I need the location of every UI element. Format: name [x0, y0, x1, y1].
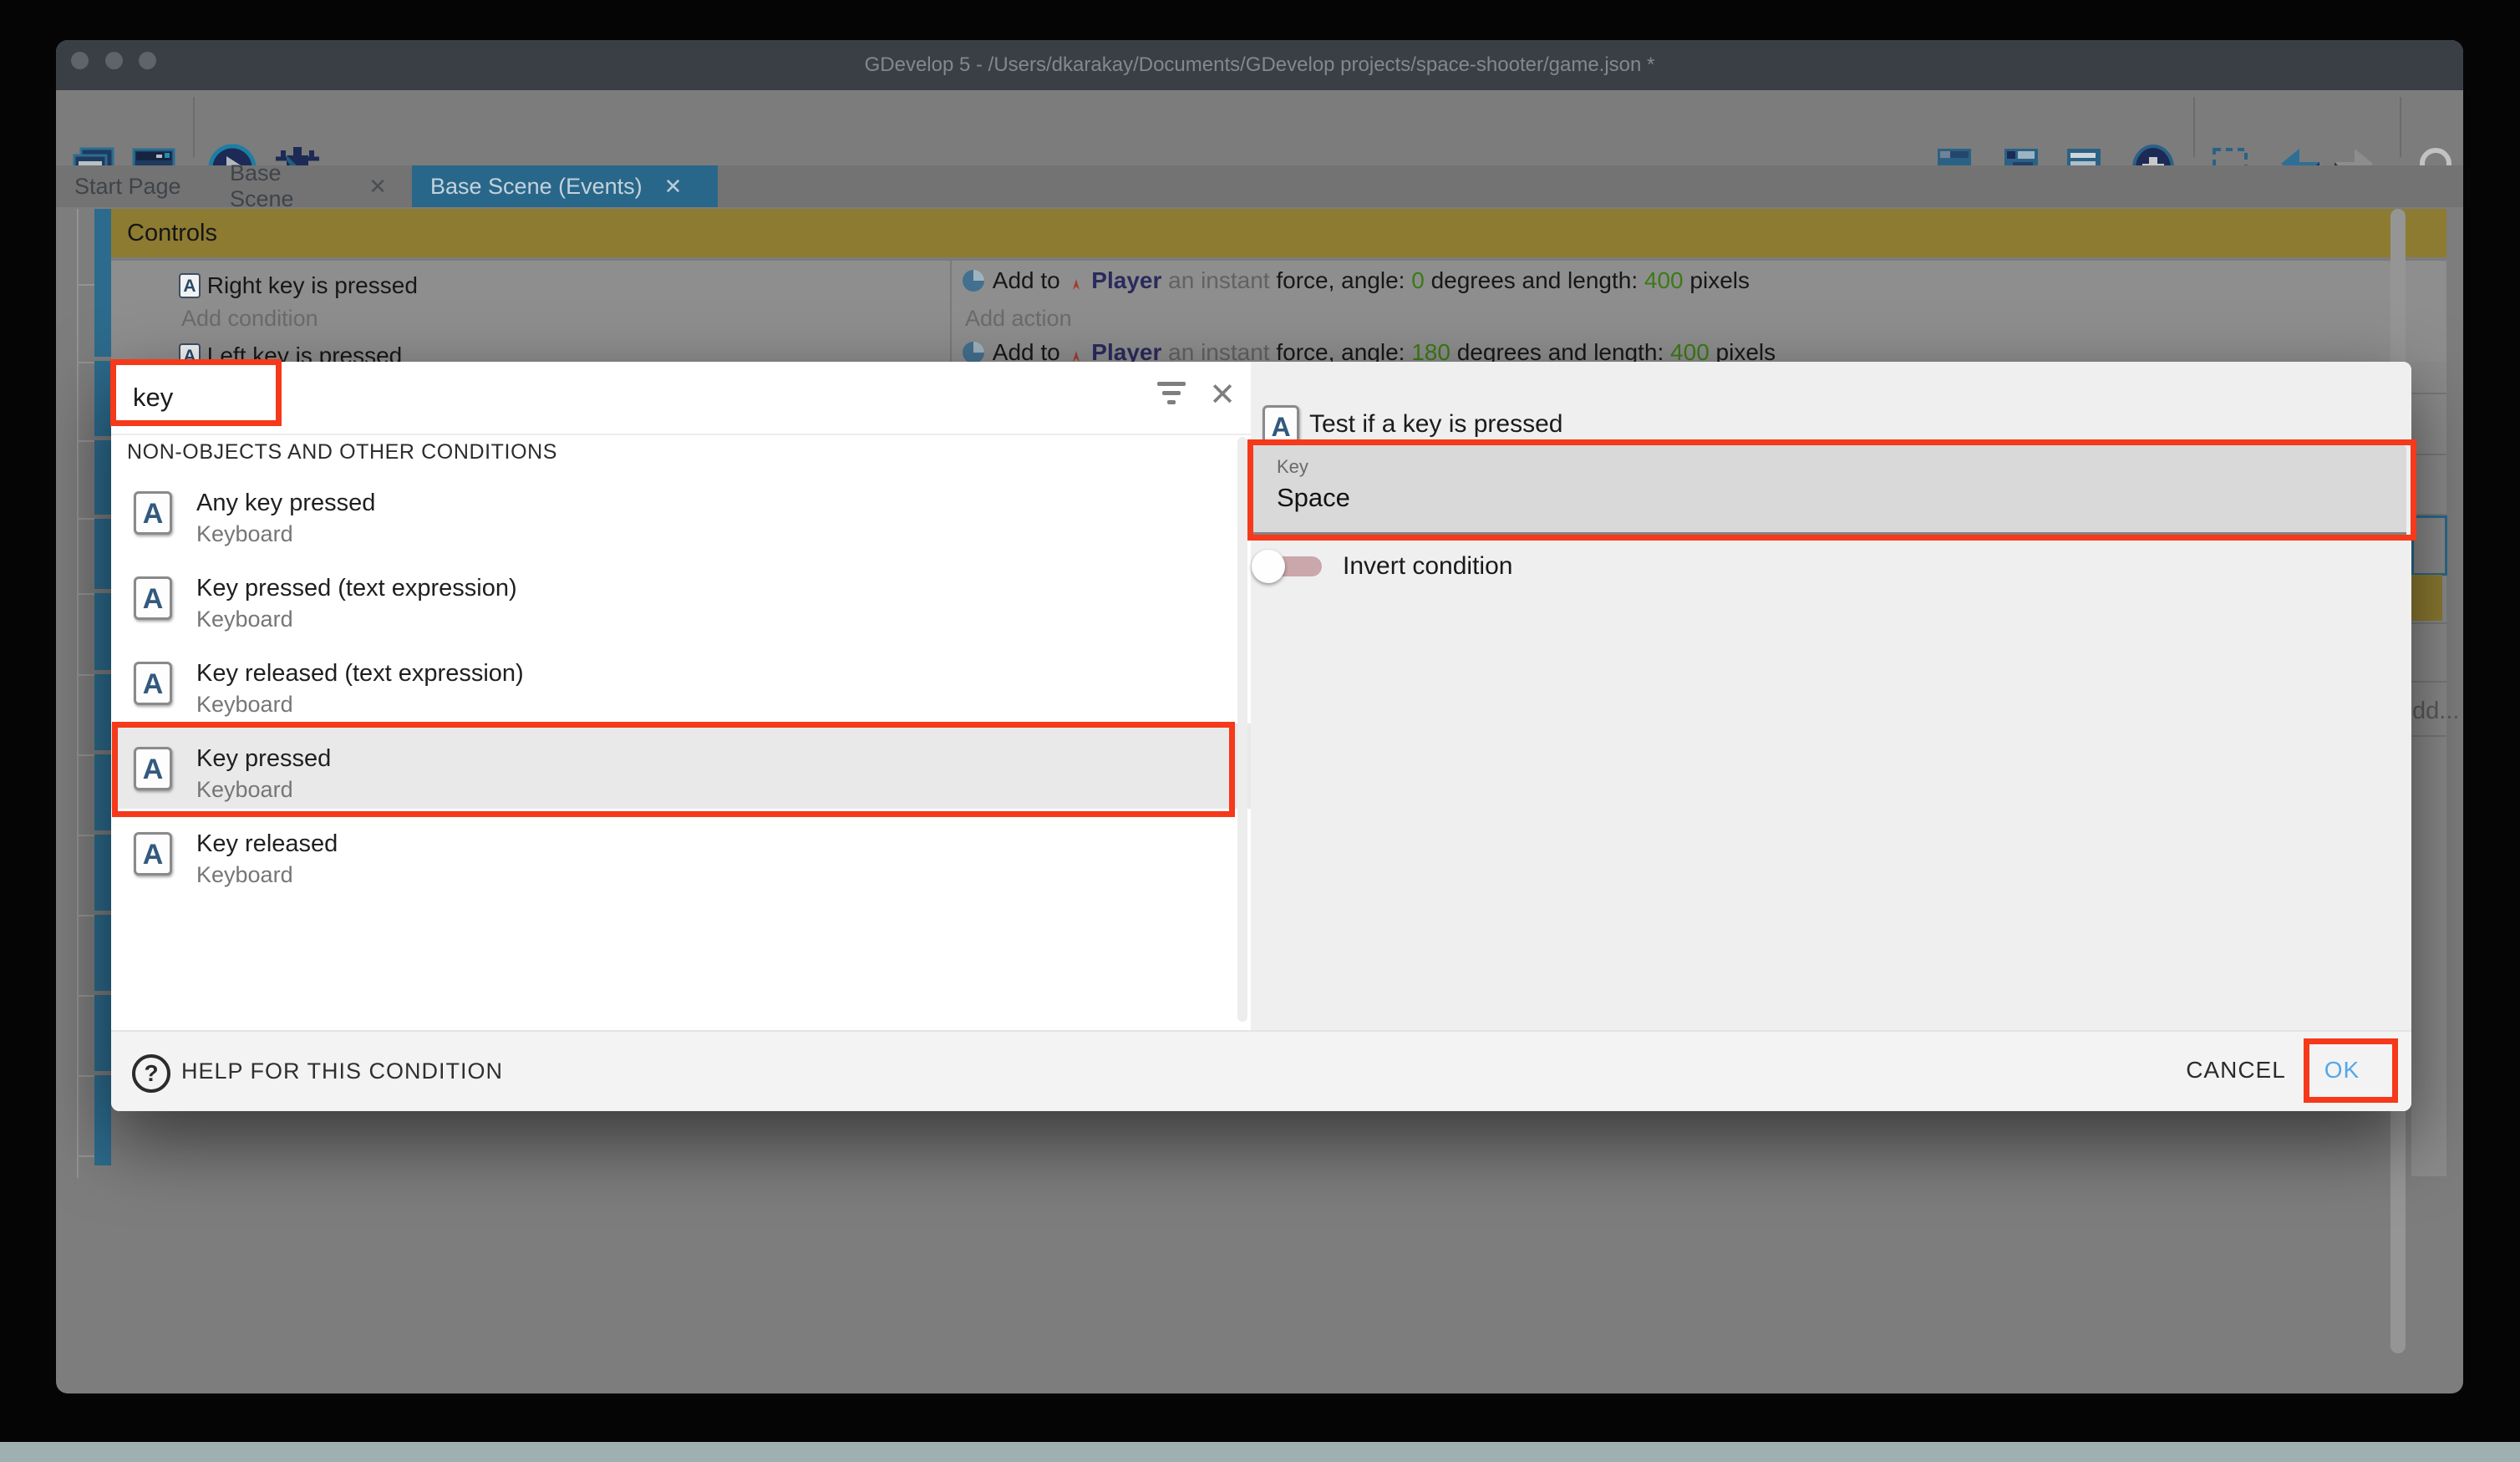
- search-divider: [111, 434, 1251, 435]
- event-tree-line: [77, 209, 79, 1178]
- tab-label: Start Page: [74, 174, 181, 200]
- event-tree-tick: [77, 835, 94, 836]
- annotation-key-pressed-item: [112, 722, 1235, 817]
- dialog-footer: ? HELP FOR THIS CONDITION CANCEL OK: [111, 1030, 2411, 1111]
- toolbar-separator: [2193, 97, 2195, 157]
- event-tree-tick: [77, 362, 94, 363]
- keyboard-key-icon: A: [134, 491, 172, 535]
- tab-label: Base Scene (Events): [430, 174, 643, 200]
- truncated-text-fragment: dd...: [2412, 698, 2459, 725]
- annotation-ok-button: [2304, 1038, 2398, 1103]
- keyboard-key-icon: A: [179, 273, 201, 298]
- event-tree-tick: [77, 1155, 94, 1157]
- event-tree-tick: [77, 915, 94, 916]
- event-tree-tick: [77, 754, 94, 756]
- event-tree-tick: [77, 518, 94, 520]
- force-icon: [961, 268, 986, 293]
- help-icon[interactable]: ?: [132, 1054, 170, 1093]
- tab-base-scene-events[interactable]: Base Scene (Events) ✕: [412, 165, 718, 207]
- list-item-key-pressed-text-expression[interactable]: A Key pressed (text expression) Keyboard: [111, 553, 1251, 638]
- toolbar-separator: [2400, 97, 2401, 157]
- help-link[interactable]: HELP FOR THIS CONDITION: [181, 1058, 503, 1084]
- tab-base-scene[interactable]: Base Scene ✕: [211, 165, 405, 207]
- event-comment-text: Controls: [127, 209, 217, 257]
- invert-condition-label: Invert condition: [1343, 552, 1512, 581]
- selected-cell-fragment: [2411, 515, 2447, 576]
- filter-icon[interactable]: [1157, 382, 1186, 409]
- list-item-key-released[interactable]: A Key released Keyboard: [111, 809, 1251, 894]
- keyboard-key-icon: A: [134, 662, 172, 705]
- player-object-icon: [1067, 341, 1085, 364]
- invert-condition-toggle[interactable]: [1257, 556, 1322, 576]
- close-tab-icon[interactable]: ✕: [368, 174, 387, 200]
- list-item-key-released-text-expression[interactable]: A Key released (text expression) Keyboar…: [111, 638, 1251, 723]
- annotation-key-field: [1247, 439, 2416, 541]
- list-item-any-key-pressed[interactable]: A Any key pressed Keyboard: [111, 468, 1251, 553]
- action-add-force[interactable]: Add to Player an instant force, angle: 0…: [961, 262, 1750, 299]
- list-scrollbar[interactable]: [1237, 437, 1247, 1022]
- titlebar: GDevelop 5 - /Users/dkarakay/Documents/G…: [56, 40, 2463, 90]
- close-tab-icon[interactable]: ✕: [664, 174, 683, 200]
- screen: GDevelop 5 - /Users/dkarakay/Documents/G…: [0, 0, 2520, 1462]
- event-tree-tick: [77, 1075, 94, 1077]
- toolbar-separator: [193, 97, 195, 157]
- add-action-button[interactable]: Add action: [965, 306, 1072, 332]
- player-object-icon: [1067, 269, 1085, 292]
- toggle-thumb: [1252, 550, 1285, 583]
- keyboard-key-icon: A: [134, 576, 172, 620]
- clear-search-icon[interactable]: ✕: [1206, 377, 1239, 414]
- event-tree-tick: [77, 593, 94, 595]
- event-tree-tick: [77, 674, 94, 676]
- tabbar: Start Page Base Scene ✕ Base Scene (Even…: [56, 165, 2463, 207]
- condition-right-key[interactable]: A Right key is pressed: [179, 267, 418, 304]
- tab-label: Base Scene: [230, 160, 347, 212]
- window-title: GDevelop 5 - /Users/dkarakay/Documents/G…: [56, 40, 2463, 90]
- gdevelop-window: GDevelop 5 - /Users/dkarakay/Documents/G…: [56, 40, 2463, 1393]
- condition-title: Test if a key is pressed: [1309, 410, 1562, 439]
- event-tree-tick: [77, 440, 94, 442]
- add-condition-button[interactable]: Add condition: [181, 306, 318, 332]
- event-tree-tick: [77, 995, 94, 997]
- annotation-search-box: [110, 359, 282, 426]
- event-tree-tick: [77, 284, 94, 286]
- cancel-button[interactable]: CANCEL: [2169, 1057, 2303, 1084]
- toolbar: [56, 90, 2463, 165]
- keyboard-key-icon: A: [134, 832, 172, 876]
- list-section-header: NON-OBJECTS AND OTHER CONDITIONS: [127, 440, 557, 464]
- comment-fragment: [2411, 575, 2442, 621]
- tab-start-page[interactable]: Start Page: [56, 165, 206, 207]
- event-comment[interactable]: Controls: [111, 209, 2446, 257]
- desktop-edge-strip: [0, 1442, 2520, 1462]
